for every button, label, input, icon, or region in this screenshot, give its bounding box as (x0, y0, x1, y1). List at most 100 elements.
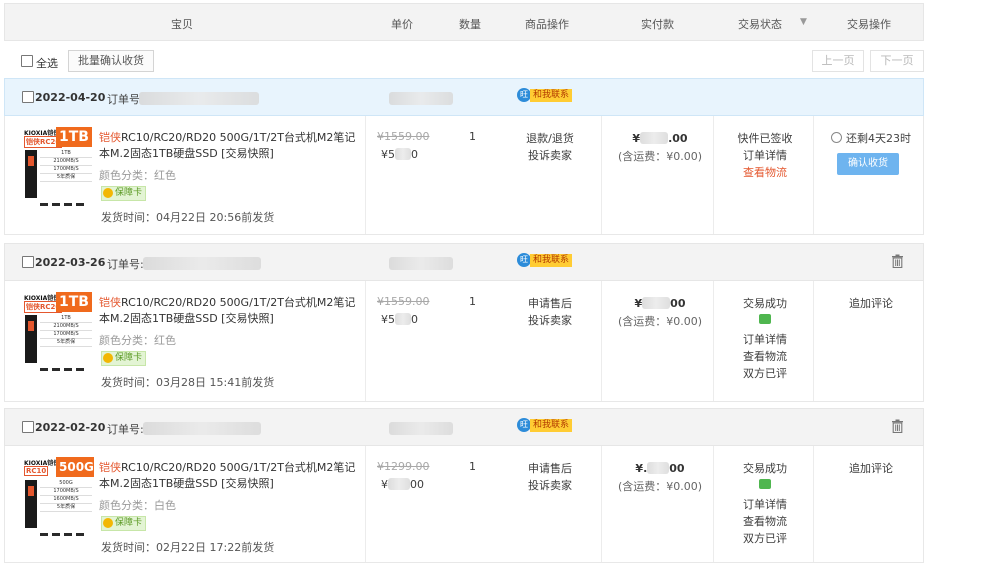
order-number-blurred (143, 257, 261, 270)
col-action: 交易操作 (847, 18, 891, 31)
unit-price: ¥5 0 (381, 313, 418, 326)
product-color: 颜色分类：红色 (99, 169, 176, 182)
product-thumbnail[interactable]: KIOXIA铠侠 RC10 500G 500G 1700MB/S 1600MB/… (22, 456, 94, 536)
order-date: 2022-02-20 (35, 421, 106, 434)
trade-status: 交易成功 订单详情 查看物流 双方已评 (717, 460, 813, 547)
logistics-link[interactable]: 查看物流 (717, 348, 813, 365)
original-price: ¥1299.00 (377, 460, 430, 473)
reviewed-text: 双方已评 (743, 367, 787, 380)
trash-icon[interactable] (891, 254, 904, 268)
feature-icons (40, 198, 92, 206)
confirm-receipt-button[interactable]: 确认收货 (837, 153, 899, 175)
ssd-image (25, 480, 37, 528)
feature-icons (40, 363, 92, 371)
complain-link[interactable]: 投诉卖家 (515, 477, 585, 494)
remaining-time: 还剩4天23时 (831, 130, 911, 146)
trash-icon[interactable] (891, 419, 904, 433)
prev-page-button[interactable]: 上一页 (812, 50, 864, 72)
product-color: 颜色分类：白色 (99, 499, 176, 512)
order-card: 2022-02-20 订单号: 旺 和我联系 KIOXIA铠侠 RC10 500… (4, 408, 924, 563)
guarantee-badge[interactable]: 保障卡 (101, 351, 147, 366)
col-ops: 商品操作 (525, 18, 569, 31)
add-review-link[interactable]: 追加评论 (817, 295, 925, 311)
ship-time: 发货时间：04月22日 20:56前发货 (101, 211, 275, 224)
guarantee-icon (103, 518, 113, 528)
product-title[interactable]: 铠侠RC10/RC20/RD20 500G/1T/2T台式机M2笔记本M.2固态… (99, 460, 357, 492)
logistics-link[interactable]: 查看物流 (717, 513, 813, 530)
spec-table: 1TB 2100MB/S 1700MB/S 5年质保 (40, 150, 92, 182)
order-checkbox[interactable] (22, 256, 34, 268)
trade-status: 交易成功 订单详情 查看物流 双方已评 (717, 295, 813, 382)
paid-amount: ¥.00 (含运费：¥0.00) (617, 132, 703, 163)
col-paid: 实付款 (641, 18, 674, 31)
order-body: KIOXIA铠侠 RC10 500G 500G 1700MB/S 1600MB/… (4, 446, 924, 563)
status-text: 交易成功 (743, 462, 787, 475)
order-header: 2022-03-26 订单号: 旺 和我联系 (4, 243, 924, 281)
item-ops: 申请售后 投诉卖家 (515, 295, 585, 329)
product-title[interactable]: 铠侠RC10/RC20/RD20 500G/1T/2T台式机M2笔记本M.2固态… (99, 295, 357, 327)
col-status[interactable]: 交易状态 (738, 16, 782, 32)
feature-icons (40, 528, 92, 536)
contact-label: 和我联系 (530, 254, 573, 267)
refund-link[interactable]: 退款/退货 (515, 130, 585, 147)
col-price: 单价 (391, 18, 413, 31)
product-thumbnail[interactable]: KIOXIA铠侠 铠侠RC20 1TB 1TB 2100MB/S 1700MB/… (22, 126, 94, 206)
orders-page: 宝贝 单价 数量 商品操作 实付款 交易状态 ▼ 交易操作 全选 批量确认收货 … (4, 3, 924, 563)
item-ops: 退款/退货 投诉卖家 (515, 130, 585, 164)
order-date: 2022-03-26 (35, 256, 106, 269)
col-item: 宝贝 (171, 18, 193, 31)
ship-time: 发货时间：02月22日 17:22前发货 (101, 541, 275, 554)
order-card: 2022-04-20 订单号 旺 和我联系 KIOXIA铠侠 铠侠RC20 1T… (4, 78, 924, 235)
paid-amount: ¥.00 (含运费：¥0.00) (617, 462, 703, 493)
next-page-button[interactable]: 下一页 (870, 50, 924, 72)
spec-table: 500G 1700MB/S 1600MB/S 5年质保 (40, 480, 92, 512)
order-header: 2022-04-20 订单号 旺 和我联系 (4, 78, 924, 116)
ssd-image (25, 150, 37, 198)
seller-name-blurred[interactable] (389, 422, 453, 435)
guarantee-badge[interactable]: 保障卡 (101, 186, 147, 201)
order-body: KIOXIA铠侠 铠侠RC20 1TB 1TB 2100MB/S 1700MB/… (4, 281, 924, 402)
after-sale-link[interactable]: 申请售后 (515, 295, 585, 312)
order-number-label: 订单号: (107, 258, 144, 271)
ssd-image (25, 315, 37, 363)
status-text: 快件已签收 (737, 132, 793, 145)
unit-price: ¥5 0 (381, 148, 418, 161)
order-checkbox[interactable] (22, 91, 34, 103)
wangwang-icon[interactable] (759, 314, 771, 324)
batch-confirm-button[interactable]: 批量确认收货 (68, 50, 154, 72)
ship-time: 发货时间：03月28日 15:41前发货 (101, 376, 275, 389)
order-date: 2022-04-20 (35, 91, 106, 104)
complain-link[interactable]: 投诉卖家 (515, 147, 585, 164)
col-qty: 数量 (459, 18, 481, 31)
trade-status: 快件已签收 订单详情 查看物流 (717, 130, 813, 181)
item-ops: 申请售后 投诉卖家 (515, 460, 585, 494)
guarantee-badge[interactable]: 保障卡 (101, 516, 147, 531)
product-title[interactable]: 铠侠RC10/RC20/RD20 500G/1T/2T台式机M2笔记本M.2固态… (99, 130, 357, 162)
order-number-label: 订单号 (107, 93, 140, 106)
original-price: ¥1559.00 (377, 130, 430, 143)
order-detail-link[interactable]: 订单详情 (717, 496, 813, 513)
guarantee-icon (103, 188, 113, 198)
product-thumbnail[interactable]: KIOXIA铠侠 铠侠RC20 1TB 1TB 2100MB/S 1700MB/… (22, 291, 94, 371)
select-all-label[interactable]: 全选 (36, 55, 58, 71)
logistics-link[interactable]: 查看物流 (717, 164, 813, 181)
status-text: 交易成功 (743, 297, 787, 310)
original-price: ¥1559.00 (377, 295, 430, 308)
order-checkbox[interactable] (22, 421, 34, 433)
seller-name-blurred[interactable] (389, 257, 453, 270)
guarantee-icon (103, 353, 113, 363)
add-review-link[interactable]: 追加评论 (817, 460, 925, 476)
seller-name-blurred[interactable] (389, 92, 453, 105)
contact-label: 和我联系 (530, 419, 573, 432)
wangwang-icon[interactable] (759, 479, 771, 489)
chat-icon: 旺 (517, 253, 531, 267)
order-detail-link[interactable]: 订单详情 (717, 331, 813, 348)
chevron-down-icon[interactable]: ▼ (800, 17, 807, 27)
select-all-checkbox[interactable] (21, 55, 33, 67)
order-body: KIOXIA铠侠 铠侠RC20 1TB 1TB 2100MB/S 1700MB/… (4, 116, 924, 235)
quantity: 1 (469, 130, 476, 143)
after-sale-link[interactable]: 申请售后 (515, 460, 585, 477)
order-detail-link[interactable]: 订单详情 (717, 147, 813, 164)
complain-link[interactable]: 投诉卖家 (515, 312, 585, 329)
contact-label: 和我联系 (530, 89, 573, 102)
